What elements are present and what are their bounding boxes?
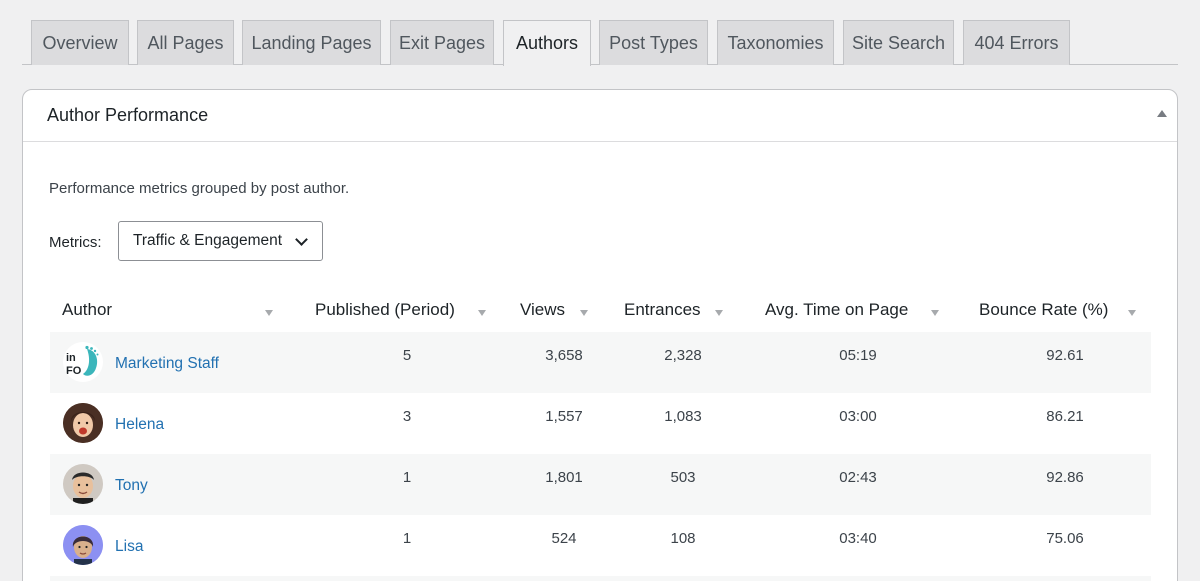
avatar	[63, 403, 103, 443]
column-header-author[interactable]: Author	[62, 300, 112, 320]
tab-all-pages[interactable]: All Pages	[137, 20, 234, 65]
sort-arrow-icon[interactable]	[478, 310, 486, 316]
bounce-rate-cell: 92.86	[1046, 469, 1084, 486]
views-cell: 3,658	[545, 347, 583, 364]
column-header-avg-time[interactable]: Avg. Time on Page	[765, 300, 908, 320]
tab-authors[interactable]: Authors	[503, 20, 591, 66]
column-header-entrances[interactable]: Entrances	[624, 300, 701, 320]
table-row: Lisa 1 524 108 03:40 75.06	[50, 515, 1151, 576]
table-row: Helena 3 1,557 1,083 03:00 86.21	[50, 393, 1151, 454]
tab-post-types[interactable]: Post Types	[599, 20, 708, 65]
avg-time-cell: 03:00	[839, 408, 877, 425]
sort-arrow-icon[interactable]	[265, 310, 273, 316]
metrics-label: Metrics:	[49, 234, 102, 251]
author-link[interactable]: Helena	[115, 416, 164, 434]
views-cell: 1,801	[545, 469, 583, 486]
views-cell: 524	[551, 530, 577, 547]
author-performance-panel: Author Performance Performance metrics g…	[22, 89, 1178, 581]
published-cell: 1	[402, 469, 412, 486]
published-cell: 1	[402, 530, 412, 547]
logo-text-in: in	[66, 352, 76, 364]
logo-text-fo: FO	[66, 365, 82, 377]
sort-arrow-icon[interactable]	[1128, 310, 1136, 316]
sort-arrow-icon[interactable]	[931, 310, 939, 316]
author-link[interactable]: Tony	[115, 477, 148, 495]
table-row: in FO Marketing Staff 5 3,658 2,328 05:1…	[50, 332, 1151, 393]
tab-taxonomies[interactable]: Taxonomies	[717, 20, 834, 65]
table-row	[50, 576, 1151, 581]
entrances-cell: 2,328	[664, 347, 702, 364]
tab-exit-pages[interactable]: Exit Pages	[390, 20, 494, 65]
panel-description: Performance metrics grouped by post auth…	[49, 180, 350, 197]
entrances-cell: 1,083	[664, 408, 702, 425]
avg-time-cell: 05:19	[839, 347, 877, 364]
tab-landing-pages[interactable]: Landing Pages	[242, 20, 381, 65]
panel-title: Author Performance	[47, 105, 209, 125]
nav-tabs: Overview All Pages Landing Pages Exit Pa…	[22, 0, 1178, 66]
bounce-rate-cell: 92.61	[1046, 347, 1084, 364]
avg-time-cell: 03:40	[839, 530, 877, 547]
table-row: Tony 1 1,801 503 02:43 92.86	[50, 454, 1151, 515]
avg-time-cell: 02:43	[839, 469, 877, 486]
metrics-select[interactable]: Traffic & Engagement	[118, 221, 323, 261]
column-header-bounce-rate[interactable]: Bounce Rate (%)	[979, 300, 1108, 320]
tab-overview[interactable]: Overview	[31, 20, 129, 65]
published-cell: 5	[402, 347, 412, 364]
avatar: in FO	[63, 342, 103, 382]
bounce-rate-cell: 75.06	[1046, 530, 1084, 547]
table-header: Author Published (Period) Views Entrance…	[50, 286, 1151, 332]
bounce-rate-cell: 86.21	[1046, 408, 1084, 425]
panel-header: Author Performance	[23, 90, 1177, 142]
tab-404-errors[interactable]: 404 Errors	[963, 20, 1070, 65]
entrances-cell: 108	[670, 530, 696, 547]
author-link[interactable]: Lisa	[115, 538, 143, 556]
entrances-cell: 503	[670, 469, 696, 486]
published-cell: 3	[402, 408, 412, 425]
metrics-selected-value: Traffic & Engagement	[133, 232, 283, 249]
collapse-toggle-icon[interactable]	[1157, 110, 1167, 117]
avatar	[63, 464, 103, 504]
sort-arrow-icon[interactable]	[715, 310, 723, 316]
chevron-down-icon	[295, 233, 308, 246]
column-header-views[interactable]: Views	[520, 300, 565, 320]
tab-site-search[interactable]: Site Search	[843, 20, 954, 65]
author-link[interactable]: Marketing Staff	[115, 355, 219, 373]
authors-table: Author Published (Period) Views Entrance…	[50, 286, 1151, 581]
sort-arrow-icon[interactable]	[580, 310, 588, 316]
avatar	[63, 525, 103, 565]
views-cell: 1,557	[545, 408, 583, 425]
column-header-published[interactable]: Published (Period)	[315, 300, 455, 320]
